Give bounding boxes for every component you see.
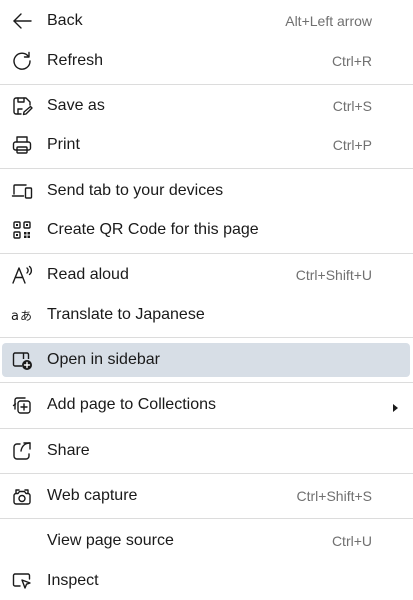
- menu-item-label: Read aloud: [47, 266, 129, 283]
- menu-item-create-qr-code[interactable]: Create QR Code for this page: [2, 213, 410, 247]
- menu-item-label: Share: [47, 442, 90, 459]
- save-as-icon: [11, 95, 33, 117]
- menu-divider: [0, 518, 413, 519]
- menu-item-label: Inspect: [47, 572, 99, 589]
- menu-item-label: Back: [47, 12, 83, 29]
- menu-divider: [0, 253, 413, 254]
- menu-divider: [0, 473, 413, 474]
- menu-item-back[interactable]: Back Alt+Left arrow: [2, 4, 410, 38]
- open-in-sidebar-icon: [11, 349, 33, 371]
- menu-item-read-aloud[interactable]: Read aloud Ctrl+Shift+U: [2, 258, 410, 292]
- devices-icon: [11, 180, 33, 202]
- menu-item-open-in-sidebar[interactable]: Open in sidebar: [2, 343, 410, 377]
- menu-item-label: View page source: [47, 532, 174, 549]
- qr-code-icon: [11, 219, 33, 241]
- menu-item-refresh[interactable]: Refresh Ctrl+R: [2, 44, 410, 78]
- menu-item-shortcut: Alt+Left arrow: [285, 13, 372, 29]
- menu-item-label: Refresh: [47, 52, 104, 69]
- menu-divider: [0, 428, 413, 429]
- menu-divider: [0, 337, 413, 338]
- menu-item-shortcut: Ctrl+S: [332, 98, 372, 114]
- back-arrow-icon: [11, 10, 33, 32]
- printer-icon: [11, 134, 33, 156]
- submenu-arrow-icon: [390, 400, 400, 412]
- menu-item-inspect[interactable]: Inspect: [2, 564, 410, 598]
- menu-item-shortcut: Ctrl+P: [332, 137, 372, 153]
- menu-divider: [0, 382, 413, 383]
- svg-text:a: a: [11, 309, 19, 324]
- menu-item-send-tab[interactable]: Send tab to your devices: [2, 174, 410, 208]
- menu-item-share[interactable]: Share: [2, 434, 410, 468]
- menu-divider: [0, 84, 413, 85]
- svg-text:あ: あ: [20, 309, 32, 323]
- menu-item-shortcut: Ctrl+Shift+U: [295, 267, 372, 283]
- inspect-icon: [11, 570, 33, 592]
- menu-item-label: Add page to Collections: [47, 396, 216, 413]
- menu-divider: [0, 168, 413, 169]
- menu-item-label: Translate to Japanese: [47, 306, 205, 323]
- menu-item-label: Web capture: [47, 487, 138, 504]
- menu-item-view-page-source[interactable]: View page source Ctrl+U: [2, 524, 410, 558]
- menu-item-label: Open in sidebar: [47, 351, 160, 368]
- refresh-icon: [11, 50, 33, 72]
- menu-item-print[interactable]: Print Ctrl+P: [2, 128, 410, 162]
- menu-item-save-as[interactable]: Save as Ctrl+S: [2, 89, 410, 123]
- collections-icon: [11, 394, 33, 416]
- context-menu: Back Alt+Left arrow Refresh Ctrl+R Save …: [0, 0, 413, 600]
- menu-item-web-capture[interactable]: Web capture Ctrl+Shift+S: [2, 479, 410, 513]
- menu-item-label: Print: [47, 136, 80, 153]
- menu-item-shortcut: Ctrl+U: [331, 533, 372, 549]
- menu-item-label: Create QR Code for this page: [47, 221, 259, 238]
- menu-item-shortcut: Ctrl+R: [331, 53, 372, 69]
- menu-item-translate[interactable]: a あ Translate to Japanese: [2, 298, 410, 332]
- menu-item-label: Send tab to your devices: [47, 182, 224, 199]
- menu-item-add-to-collections[interactable]: Add page to Collections: [2, 388, 410, 422]
- read-aloud-icon: [11, 264, 33, 286]
- menu-item-label: Save as: [47, 97, 105, 114]
- translate-icon: a あ: [11, 304, 33, 326]
- web-capture-icon: [11, 485, 33, 507]
- menu-item-shortcut: Ctrl+Shift+S: [296, 488, 372, 504]
- share-icon: [11, 440, 33, 462]
